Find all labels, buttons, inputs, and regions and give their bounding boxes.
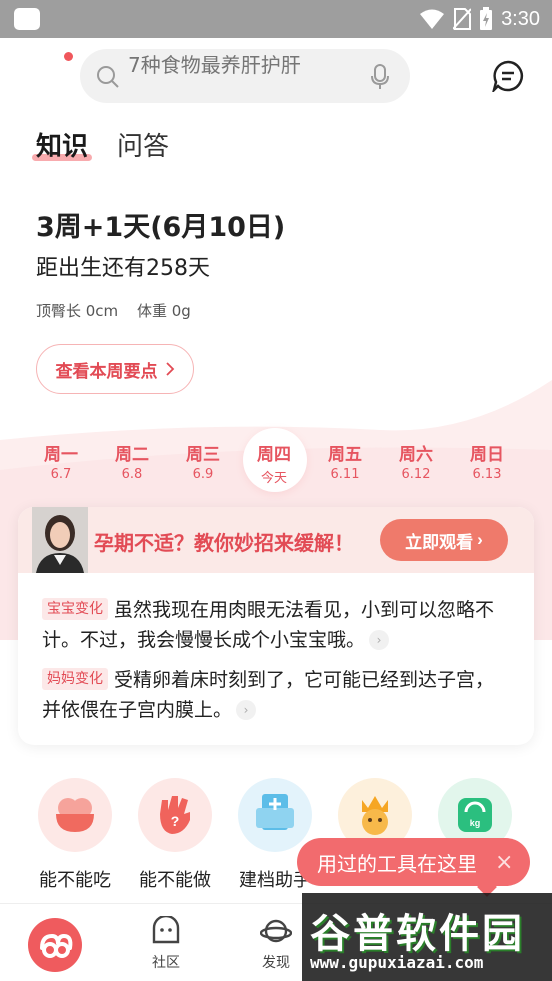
watermark-title: 谷普软件园 [310,911,525,957]
wifi-icon [420,9,445,29]
svg-text:kg: kg [470,818,481,828]
svg-text:?: ? [171,813,180,829]
search-input[interactable] [128,53,368,77]
tools-tooltip: 用过的工具在这里 × [297,838,530,886]
day-monday[interactable]: 周一 6.7 [31,440,91,482]
chevron-right-icon [165,362,174,376]
day-sunday[interactable]: 周日 6.13 [457,440,517,482]
status-time: 3:30 [501,7,540,30]
chevron-right-icon[interactable]: › [369,630,390,650]
baby-change-tag: 宝宝变化 [42,598,108,620]
bowl-icon [38,778,112,852]
battery-charging-icon [480,7,493,30]
nav-discover[interactable]: 发现 [246,916,306,972]
doctor-avatar [32,507,88,573]
day-name: 周二 [115,445,149,465]
search-icon [97,66,119,88]
no-sim-icon [453,8,472,30]
tool-label: 能不能吃 [39,870,111,891]
week-highlights-button[interactable]: 查看本周要点 [36,344,194,394]
day-date: 6.12 [401,467,431,482]
day-date: 6.13 [472,467,502,482]
watch-now-label: 立即观看 [405,532,474,552]
day-name: 周一 [44,445,78,465]
nav-community[interactable]: 社区 [136,914,196,972]
day-date: 6.7 [50,467,72,482]
day-name: 周日 [470,445,504,465]
week-highlights-label: 查看本周要点 [55,361,158,382]
tab-knowledge[interactable]: 知识 [36,126,88,163]
banner-text: 孕期不适？教你妙招来缓解！ [94,531,354,555]
watermark-url: www.gupuxiazai.com [310,953,484,972]
nav-home-button[interactable] [28,918,82,972]
status-bar: 3:30 [0,0,552,38]
week-title: 3周+1天(6月10日) [36,212,286,243]
nav-label: 社区 [152,955,180,971]
baby-change-paragraph[interactable]: 宝宝变化 虽然我现在用肉眼无法看见，小到可以忽略不计。不过，我会慢慢长成个小宝宝哦… [42,595,512,655]
mom-change-text: 受精卵着床时刻到了，它可能已经到达子宫，并依偎在子宫内膜上。 [42,669,495,721]
watch-now-button[interactable]: 立即观看 › [380,519,508,561]
crown-rump-length: 顶臀长 0cm [36,302,119,320]
search-bar[interactable] [80,49,410,103]
knowledge-card: 孕期不适？教你妙招来缓解！ 立即观看 › 宝宝变化 虽然我现在用肉眼无法看见，小到可… [18,507,534,745]
chevron-right-icon[interactable]: › [236,700,257,720]
message-icon[interactable] [492,60,524,92]
baby-change-text: 虽然我现在用肉眼无法看见，小到可以忽略不计。不过，我会慢慢长成个小宝宝哦。 [42,599,495,651]
hand-question-icon: ? [138,778,212,852]
day-name: 周四 [257,445,291,465]
day-tuesday[interactable]: 周二 6.8 [102,440,162,482]
close-icon[interactable]: × [495,850,513,875]
chevron-right-icon: › [477,530,483,549]
day-date: 6.11 [330,467,360,482]
mom-change-paragraph[interactable]: 妈妈变化 受精卵着床时刻到了，它可能已经到达子宫，并依偎在子宫内膜上。 › [42,665,512,725]
day-wednesday[interactable]: 周三 6.9 [173,440,233,482]
microphone-icon[interactable] [370,64,390,90]
app-notification-icon [14,8,40,30]
tool-label: 能不能做 [139,870,211,891]
day-name: 周三 [186,445,220,465]
fetal-weight: 体重 0g [137,302,191,320]
mom-change-tag: 妈妈变化 [42,668,108,690]
day-friday[interactable]: 周五 6.11 [315,440,375,482]
day-name: 周五 [328,445,362,465]
notification-dot [64,52,73,61]
video-banner[interactable]: 孕期不适？教你妙招来缓解！ 立即观看 › [18,507,534,573]
nav-label: 发现 [262,955,290,971]
tool-can-eat[interactable]: 能不能吃 [30,778,120,892]
day-thursday-today[interactable]: 周四 今天 [244,440,304,486]
home-logo-icon [40,933,73,958]
day-date: 今天 [260,471,287,486]
day-name: 周六 [399,445,433,465]
community-icon [152,914,180,944]
status-icons: 3:30 [419,6,540,32]
tab-qa[interactable]: 问答 [117,126,169,163]
day-date: 6.8 [121,467,143,482]
tool-can-do[interactable]: ? 能不能做 [130,778,220,892]
days-until-birth: 距出生还有258天 [36,256,210,281]
planet-icon [259,919,293,943]
tooltip-text: 用过的工具在这里 [317,851,477,876]
watermark-logo: 谷普软件园 www.gupuxiazai.com [302,893,552,981]
day-saturday[interactable]: 周六 6.12 [386,440,446,482]
medical-record-icon [238,778,312,852]
day-date: 6.9 [192,467,214,482]
